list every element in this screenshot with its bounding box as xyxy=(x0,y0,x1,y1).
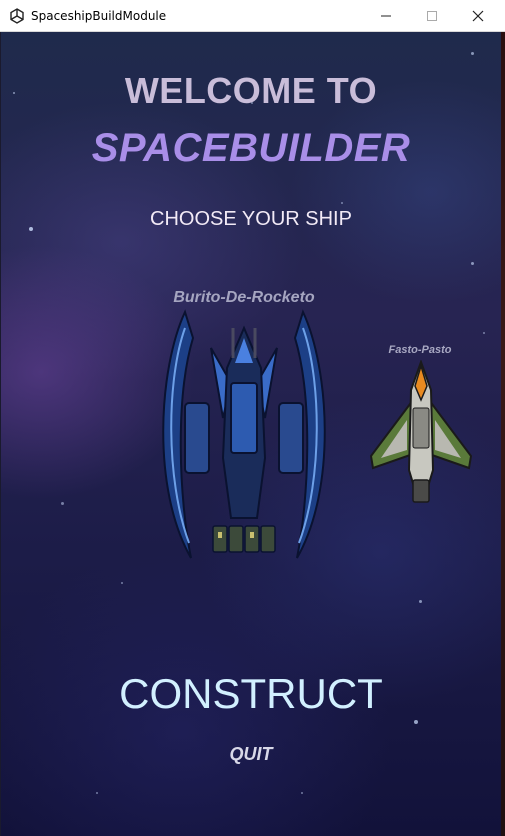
star xyxy=(61,502,64,505)
minimize-icon xyxy=(381,15,391,17)
choose-ship-prompt: CHOOSE YOUR SHIP xyxy=(150,208,352,230)
ship-name-alternate: Fasto-Pasto xyxy=(388,344,452,356)
star xyxy=(471,262,474,265)
star xyxy=(121,582,123,584)
ship-name-selected: Burito-De-Rocketo xyxy=(173,289,315,306)
star xyxy=(301,792,303,794)
close-icon xyxy=(472,10,484,22)
quit-button[interactable]: QUIT xyxy=(1,744,501,765)
game-viewport: WELCOME TO SPACEBUILDER CHOOSE YOUR SHIP… xyxy=(1,32,501,836)
background-edge xyxy=(501,32,505,836)
star xyxy=(414,720,418,724)
star xyxy=(341,202,343,204)
minimize-button[interactable] xyxy=(363,0,409,32)
ship-option-alternate[interactable] xyxy=(367,359,475,504)
ship-option-selected[interactable] xyxy=(153,308,335,560)
window-titlebar[interactable]: SpaceshipBuildModule xyxy=(0,0,505,32)
window-title: SpaceshipBuildModule xyxy=(31,9,167,23)
maximize-icon xyxy=(427,11,437,21)
maximize-button[interactable] xyxy=(409,0,455,32)
game-title: SPACEBUILDER xyxy=(91,126,411,170)
welcome-heading: WELCOME TO xyxy=(124,70,378,111)
star xyxy=(483,332,485,334)
star xyxy=(471,52,474,55)
close-button[interactable] xyxy=(455,0,501,32)
construct-button[interactable]: CONSTRUCT xyxy=(1,670,501,718)
star xyxy=(419,600,422,603)
star xyxy=(96,792,98,794)
blue-spaceship-icon xyxy=(162,309,326,559)
green-jet-icon xyxy=(369,359,473,503)
unity-logo-icon xyxy=(9,8,25,24)
